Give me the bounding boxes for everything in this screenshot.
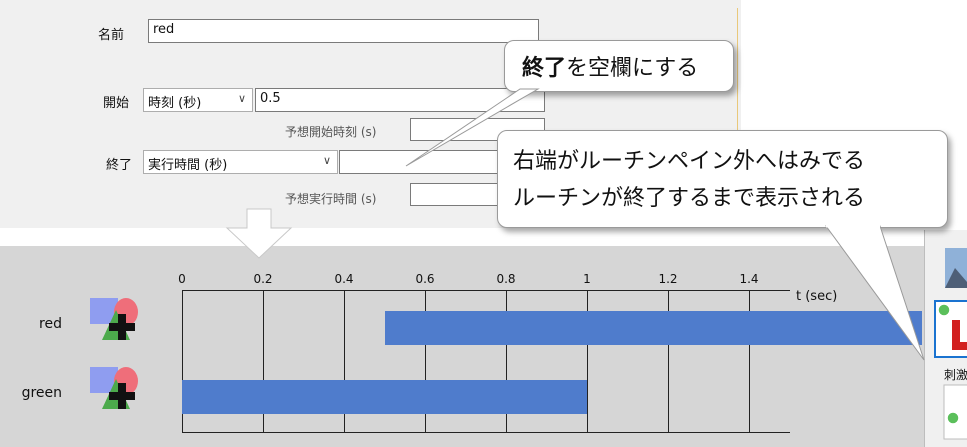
component-add-icon[interactable] [943,384,967,440]
x-tick-label: 0.2 [253,272,273,286]
start-label: 開始 [103,96,130,111]
down-arrow-icon [225,208,293,259]
end-label: 終了 [106,158,133,173]
landscape-image-icon[interactable] [945,248,967,288]
chevron-down-icon: ∨ [237,92,246,105]
start-type-select[interactable]: 時刻 (秒) ∨ [143,88,253,112]
stimuli-category-label: 刺激 [944,368,967,382]
name-input[interactable]: red [148,19,539,43]
x-tick-label: 0.4 [334,272,354,286]
timeline-bottom-axis [182,432,790,433]
polygon-component-icon[interactable] [88,365,142,413]
routine-pane [0,246,924,447]
chevron-down-icon: ∨ [322,154,331,167]
expected-start-label: 予想開始時刻 (s) [285,125,377,139]
end-type-value: 実行時間 (秒) [148,158,228,173]
callout-pointer [825,224,925,361]
x-tick-label: 1.4 [739,272,759,286]
timeline-bar-green[interactable] [182,380,587,414]
component-label-green: green [21,385,62,401]
component-label-red: red [39,316,62,332]
callout-text: を空欄にする [566,56,699,81]
callout-line-1: 右端がルーチンペイン外へはみでる [513,149,866,174]
end-type-select[interactable]: 実行時間 (秒) ∨ [143,150,338,174]
callout-bold-text: 終了 [522,56,567,81]
x-tick-label: 1.2 [658,272,678,286]
expected-duration-label: 予想実行時間 (s) [285,192,377,206]
x-tick-label: 0 [178,272,186,286]
x-tick-label: 1 [583,272,591,286]
start-type-value: 時刻 (秒) [148,96,202,111]
polygon-component-icon[interactable] [88,296,142,344]
x-tick-label: 0.8 [496,272,516,286]
timeline-axis [182,290,790,291]
x-tick-label: 0.6 [415,272,435,286]
callout-line-2: ルーチンが終了するまで表示される [513,186,866,211]
routine-add-icon[interactable] [934,300,967,358]
name-label: 名前 [98,28,125,43]
instruction-callout-bottom: 右端がルーチンペイン外へはみでる ルーチンが終了するまで表示される [497,130,948,228]
